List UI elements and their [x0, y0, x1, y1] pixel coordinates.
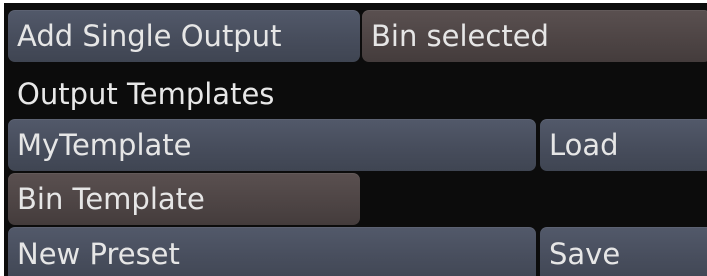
add-single-output-label: Add Single Output: [17, 18, 282, 53]
bin-template-button[interactable]: Bin Template: [8, 173, 360, 225]
section-title-output-templates: Output Templates: [17, 77, 275, 111]
bin-selected-button[interactable]: Bin selected: [362, 10, 707, 62]
output-settings-panel: Add Single Output Bin selected Output Te…: [0, 0, 707, 276]
load-label: Load: [549, 127, 619, 162]
preset-name-field[interactable]: New Preset: [8, 227, 536, 276]
load-template-button[interactable]: Load: [540, 119, 707, 171]
save-preset-button[interactable]: Save: [540, 227, 707, 276]
bin-template-label: Bin Template: [17, 181, 205, 216]
template-name-value: MyTemplate: [17, 127, 192, 162]
save-label: Save: [549, 237, 621, 271]
preset-name-value: New Preset: [17, 237, 180, 271]
template-name-field[interactable]: MyTemplate: [8, 119, 536, 171]
add-single-output-button[interactable]: Add Single Output: [8, 10, 360, 62]
bin-selected-label: Bin selected: [371, 18, 549, 53]
